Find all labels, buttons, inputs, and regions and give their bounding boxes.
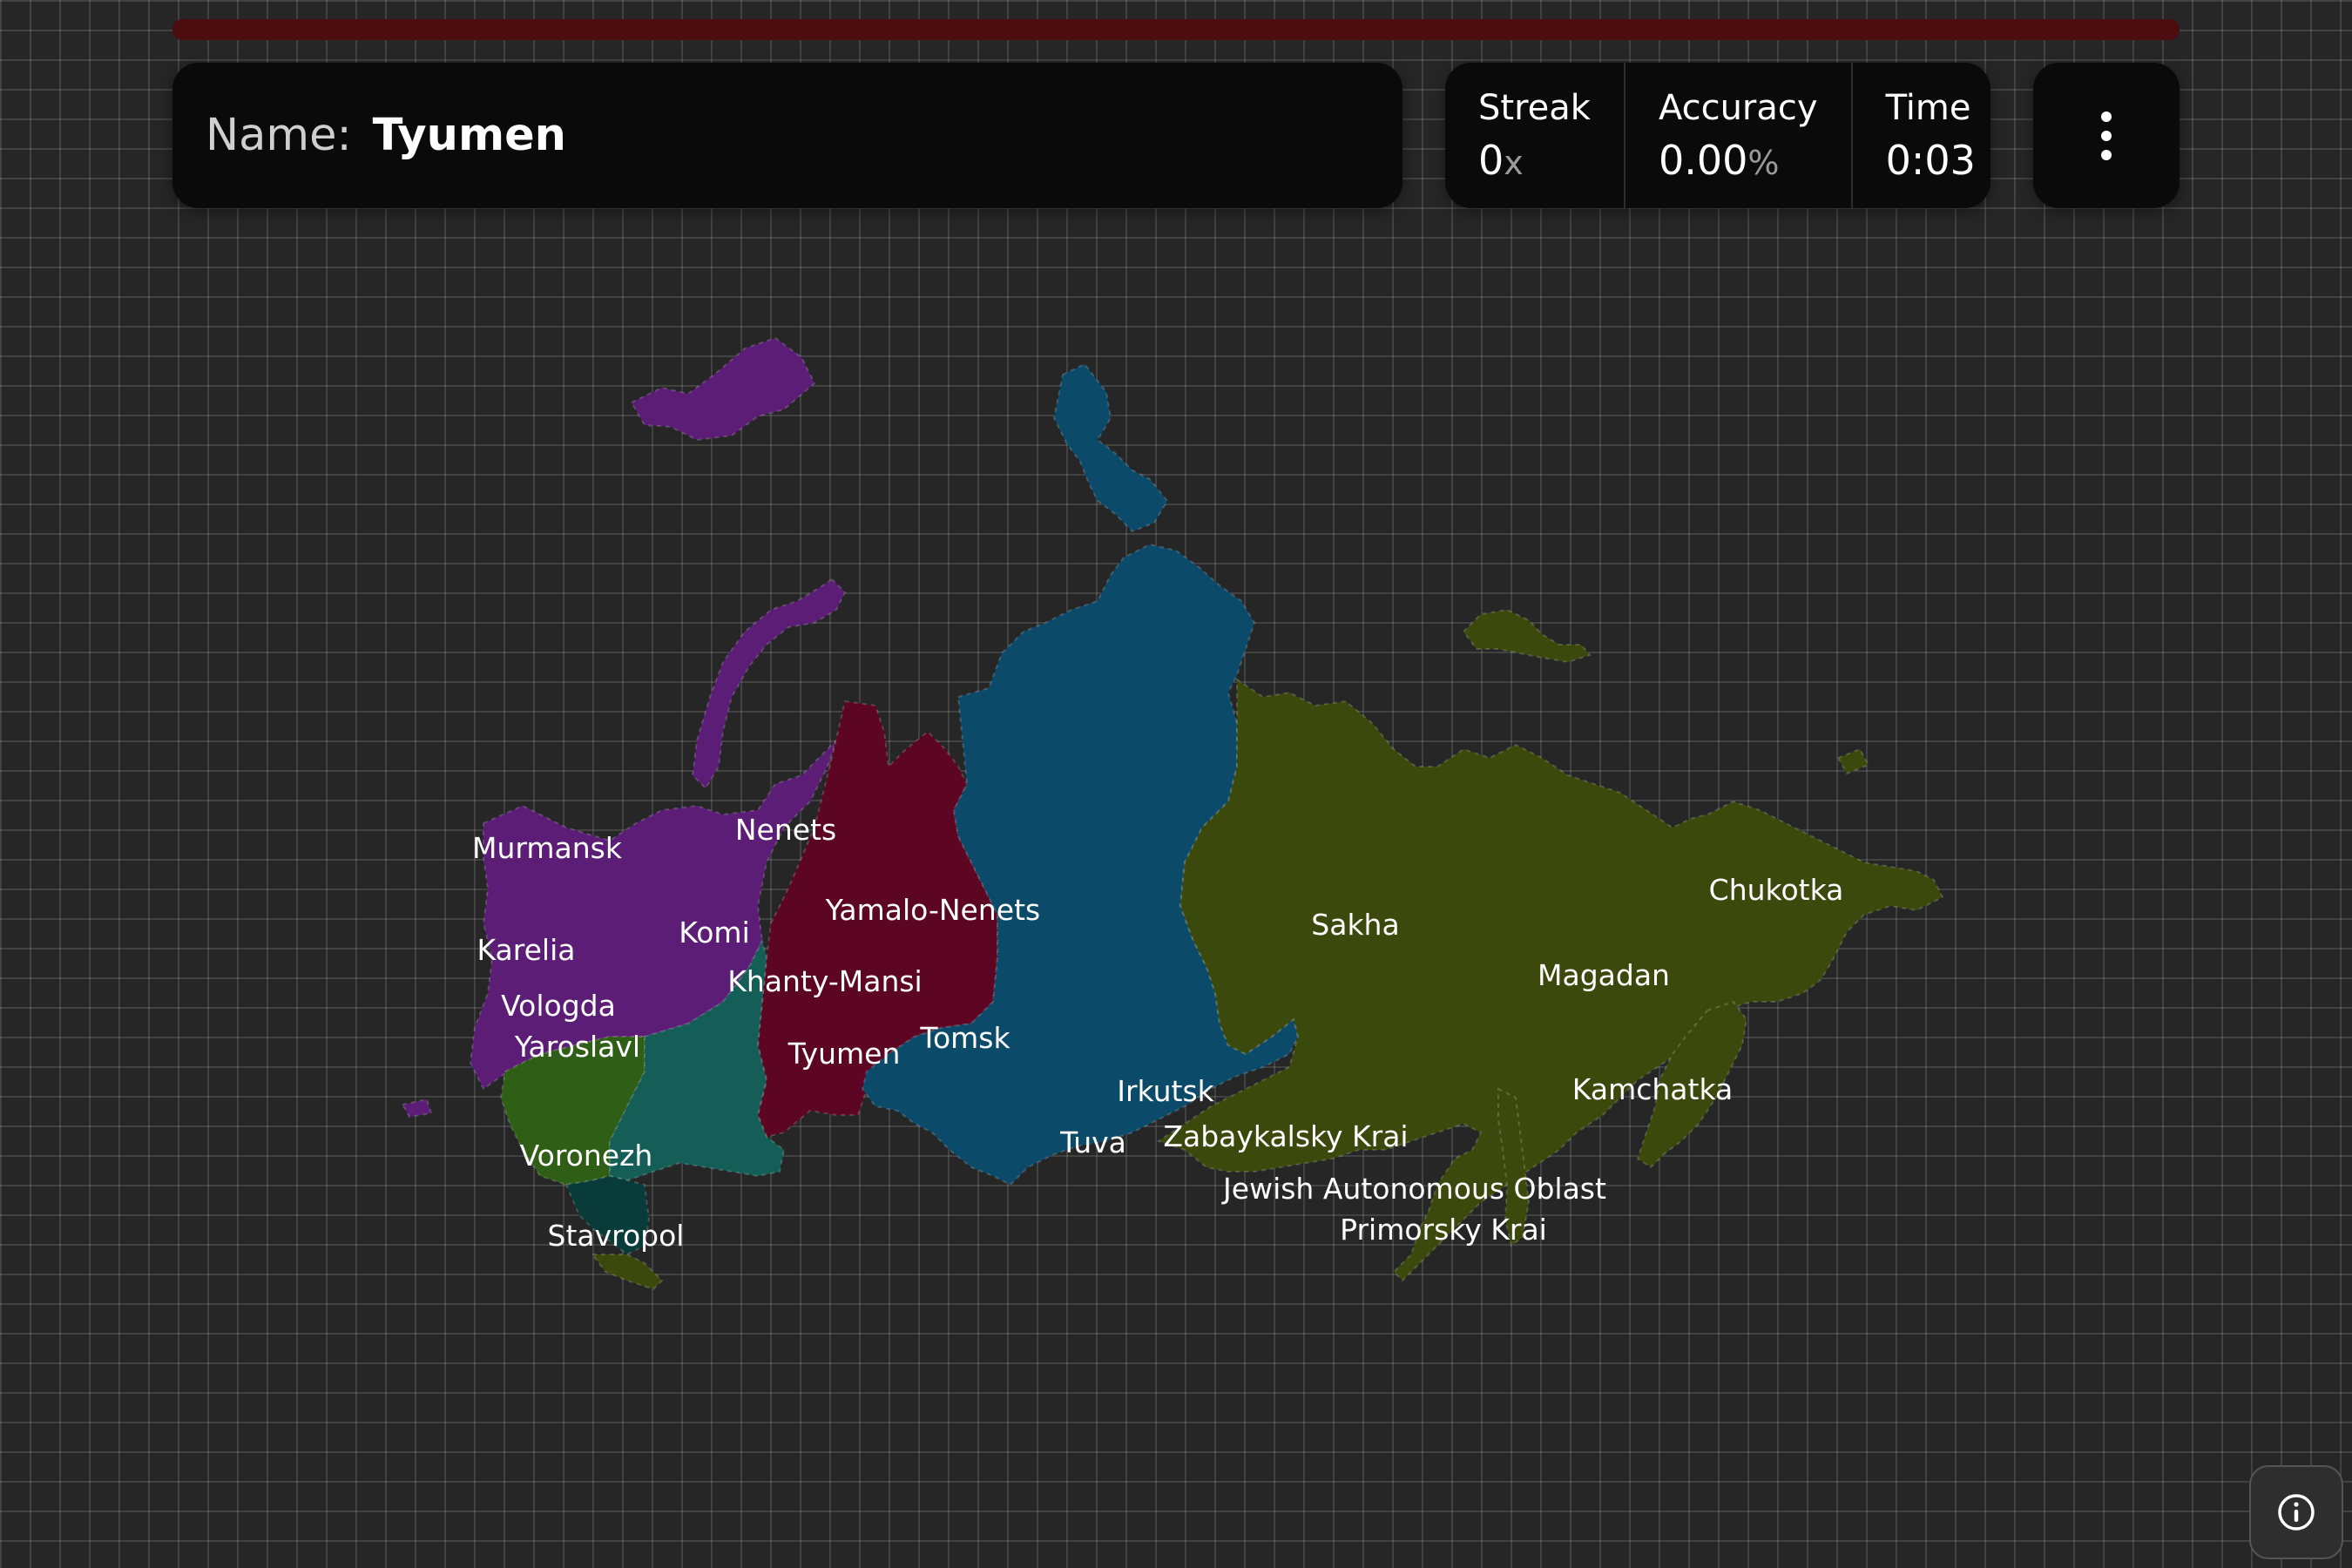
map-label-primorsky: Primorsky Krai (1340, 1213, 1547, 1247)
map-label-zabaykalsky: Zabaykalsky Krai (1163, 1119, 1408, 1153)
region-wrangel[interactable] (1836, 747, 1870, 775)
map-label-khanty-mansi: Khanty-Mansi (727, 964, 922, 998)
map-label-tomsk: Tomsk (919, 1021, 1010, 1055)
map-label-magadan: Magadan (1538, 958, 1670, 992)
map-label-murmansk: Murmansk (472, 831, 623, 865)
map-label-jewish-ao: Jewish Autonomous Oblast (1221, 1172, 1606, 1206)
map-label-nenets: Nenets (735, 813, 836, 847)
map-label-yamalo-nenets: Yamalo-Nenets (825, 893, 1040, 927)
map-label-kamchatka: Kamchatka (1572, 1072, 1733, 1106)
map-label-tuva: Tuva (1059, 1125, 1126, 1159)
region-kaliningrad[interactable] (401, 1098, 433, 1119)
map-label-tyumen: Tyumen (787, 1037, 901, 1071)
info-button[interactable] (2249, 1465, 2343, 1559)
map-label-sakha: Sakha (1311, 908, 1399, 942)
region-severnaya-zemlya[interactable] (1052, 362, 1169, 533)
map-label-karelia: Karelia (477, 933, 576, 967)
map-label-stavropol: Stavropol (548, 1219, 685, 1253)
map-label-voronezh: Voronezh (520, 1139, 653, 1173)
map-label-komi: Komi (679, 916, 750, 950)
region-north-caucasus[interactable] (591, 1254, 664, 1291)
map-label-chukotka: Chukotka (1709, 873, 1844, 907)
russia-regions-map: Murmansk Nenets Karelia Komi Yamalo-Nenets Kh… (401, 336, 1944, 1291)
info-icon (2278, 1494, 2315, 1531)
map-label-vologda: Vologda (501, 989, 616, 1023)
region-new-siberian-islands[interactable] (1462, 608, 1592, 664)
map-label-irkutsk: Irkutsk (1117, 1074, 1214, 1108)
map-label-yaroslavl: Yaroslavl (514, 1030, 640, 1064)
region-franz-josef[interactable] (630, 336, 816, 442)
